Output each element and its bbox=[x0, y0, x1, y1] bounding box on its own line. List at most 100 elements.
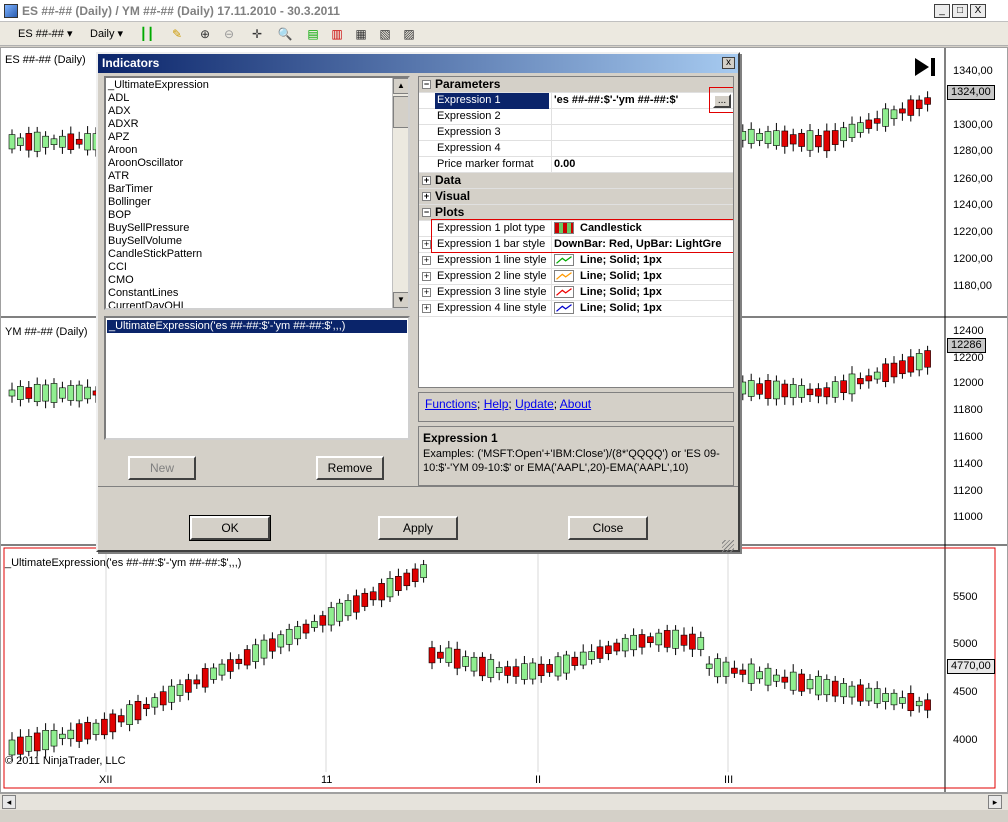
prop-value[interactable] bbox=[551, 125, 733, 141]
x-axis-tick: III bbox=[724, 774, 734, 786]
candle-body bbox=[8, 739, 16, 756]
indicator-list-item[interactable]: Aroon bbox=[106, 144, 392, 157]
instrument-selector[interactable]: ES ##-## ▾ bbox=[18, 26, 72, 42]
prop-line-style-1[interactable]: + Expression 1 line style Line; Solid; 1px bbox=[419, 253, 733, 269]
prop-expression-2[interactable]: Expression 2 bbox=[419, 109, 733, 125]
prop-price-marker[interactable]: Price marker format 0.00 bbox=[419, 157, 733, 173]
indicator-list-item[interactable]: ConstantLines bbox=[106, 287, 392, 300]
property-grid[interactable]: − Parameters Expression 1'es ##-##:$'-'ym… bbox=[418, 76, 734, 388]
indicators-icon[interactable]: ▤ bbox=[304, 26, 322, 42]
dialog-close-btn[interactable]: Close bbox=[568, 516, 648, 540]
interval-selector[interactable]: Daily ▾ bbox=[90, 26, 123, 42]
indicator-list-scrollbar[interactable]: ▲ ▼ bbox=[392, 78, 408, 308]
zoom-out-icon[interactable]: ⊖ bbox=[220, 26, 238, 42]
category-visual[interactable]: + Visual bbox=[419, 189, 733, 205]
indicator-list-item[interactable]: ADL bbox=[106, 92, 392, 105]
prop-value[interactable] bbox=[551, 141, 733, 157]
indicator-list-item[interactable]: CurrentDayOHL bbox=[106, 300, 392, 308]
candle-body bbox=[739, 669, 747, 675]
strategies-icon[interactable]: ▥ bbox=[328, 26, 346, 42]
scroll-left-icon[interactable]: ◂ bbox=[2, 795, 16, 809]
candle-body bbox=[218, 663, 226, 676]
prop-expression-1[interactable]: Expression 1'es ##-##:$'-'ym ##-##:$' bbox=[419, 93, 733, 109]
close-button[interactable]: X bbox=[970, 4, 986, 18]
indicator-list-item[interactable]: CCI bbox=[106, 261, 392, 274]
prop-value[interactable]: Line; Solid; 1px bbox=[551, 285, 733, 301]
indicator-list-item[interactable]: BOP bbox=[106, 209, 392, 222]
update-link[interactable]: Update bbox=[515, 397, 554, 411]
expand-icon[interactable]: + bbox=[422, 192, 431, 201]
indicator-list-item[interactable]: CandleStickPattern bbox=[106, 248, 392, 261]
indicator-list-item[interactable]: CMO bbox=[106, 274, 392, 287]
apply-button[interactable]: Apply bbox=[378, 516, 458, 540]
prop-line-style-3[interactable]: + Expression 3 line style Line; Solid; 1px bbox=[419, 285, 733, 301]
functions-link[interactable]: Functions bbox=[425, 397, 477, 411]
zoom-in-icon[interactable]: ⊕ bbox=[196, 26, 214, 42]
maximize-button[interactable]: □ bbox=[952, 4, 968, 18]
indicator-list-item[interactable]: BarTimer bbox=[106, 183, 392, 196]
dialog-close-button[interactable]: x bbox=[722, 57, 735, 69]
scroll-up-icon[interactable]: ▲ bbox=[393, 78, 408, 94]
applied-indicator-item[interactable]: _UltimateExpression('es ##-##:$'-'ym ##-… bbox=[107, 320, 407, 333]
expand-icon[interactable]: + bbox=[422, 304, 431, 313]
prop-value[interactable] bbox=[551, 109, 733, 125]
prop-line-style-2[interactable]: + Expression 2 line style Line; Solid; 1px bbox=[419, 269, 733, 285]
resize-grip-icon[interactable] bbox=[722, 540, 734, 552]
category-parameters[interactable]: − Parameters bbox=[419, 77, 733, 93]
collapse-icon[interactable]: − bbox=[422, 208, 431, 217]
indicator-list[interactable]: _UltimateExpression ADL ADX ADXR APZ Aroon Aro… bbox=[104, 76, 410, 310]
scroll-to-end-icon[interactable] bbox=[913, 56, 937, 78]
indicator-list-item[interactable]: _UltimateExpression bbox=[106, 79, 392, 92]
candle-body bbox=[915, 700, 923, 707]
crosshair-icon[interactable]: ✛ bbox=[248, 26, 266, 42]
x-axis-tick: XII bbox=[99, 774, 113, 786]
candle-body bbox=[781, 130, 789, 147]
expand-icon[interactable]: + bbox=[422, 176, 431, 185]
ym-axis-tick: 11400 bbox=[953, 458, 983, 470]
new-button[interactable]: New bbox=[128, 456, 196, 480]
indicator-list-item[interactable]: APZ bbox=[106, 131, 392, 144]
candle-body bbox=[17, 137, 24, 146]
expand-icon[interactable]: + bbox=[422, 288, 431, 297]
about-link[interactable]: About bbox=[560, 397, 591, 411]
prop-value[interactable]: 'es ##-##:$'-'ym ##-##:$' bbox=[551, 93, 733, 109]
ok-button[interactable]: OK bbox=[189, 515, 271, 541]
indicator-list-item[interactable]: ADX bbox=[106, 105, 392, 118]
indicator-list-item[interactable]: BuySellPressure bbox=[106, 222, 392, 235]
prop-value[interactable]: Line; Solid; 1px bbox=[551, 301, 733, 317]
applied-indicators-list[interactable]: _UltimateExpression('es ##-##:$'-'ym ##-… bbox=[104, 316, 410, 440]
pencil-icon[interactable]: ✎ bbox=[168, 26, 186, 42]
prop-expression-4[interactable]: Expression 4 bbox=[419, 141, 733, 157]
prop-expression-3[interactable]: Expression 3 bbox=[419, 125, 733, 141]
expand-icon[interactable]: + bbox=[422, 256, 431, 265]
chart-properties-icon[interactable]: ▧ bbox=[376, 26, 394, 42]
indicator-list-item[interactable]: BuySellVolume bbox=[106, 235, 392, 248]
minimize-button[interactable]: _ bbox=[934, 4, 950, 18]
candle-body bbox=[260, 639, 268, 659]
scroll-down-icon[interactable]: ▼ bbox=[393, 292, 408, 308]
horizontal-scrollbar[interactable]: ◂ ▸ bbox=[0, 793, 1008, 810]
indicator-list-item[interactable]: ADXR bbox=[106, 118, 392, 131]
collapse-icon[interactable]: − bbox=[422, 80, 431, 89]
help-link[interactable]: Help bbox=[484, 397, 509, 411]
indicator-list-item[interactable]: AroonOscillator bbox=[106, 157, 392, 170]
prop-line-style-4[interactable]: + Expression 4 line style Line; Solid; 1px bbox=[419, 301, 733, 317]
expand-icon[interactable]: + bbox=[422, 272, 431, 281]
expand-icon[interactable]: + bbox=[422, 240, 431, 249]
remove-button[interactable]: Remove bbox=[316, 456, 384, 480]
indicator-list-item[interactable]: Bollinger bbox=[106, 196, 392, 209]
scroll-thumb[interactable] bbox=[393, 96, 408, 128]
bar-type-icon[interactable]: ┃┃ bbox=[138, 26, 156, 42]
magnify-icon[interactable]: 🔍 bbox=[276, 26, 294, 42]
prop-value[interactable]: Line; Solid; 1px bbox=[551, 269, 733, 285]
template-icon[interactable]: ▨ bbox=[400, 26, 418, 42]
dialog-title: Indicators bbox=[98, 54, 738, 73]
category-data[interactable]: + Data bbox=[419, 173, 733, 189]
candle-body bbox=[227, 659, 234, 672]
data-box-icon[interactable]: ▦ bbox=[352, 26, 370, 42]
indicator-list-item[interactable]: ATR bbox=[106, 170, 392, 183]
scroll-right-icon[interactable]: ▸ bbox=[988, 795, 1002, 809]
prop-value[interactable]: 0.00 bbox=[551, 157, 733, 173]
prop-value[interactable]: Line; Solid; 1px bbox=[551, 253, 733, 269]
line-style-text: Line; Solid; 1px bbox=[580, 270, 662, 282]
